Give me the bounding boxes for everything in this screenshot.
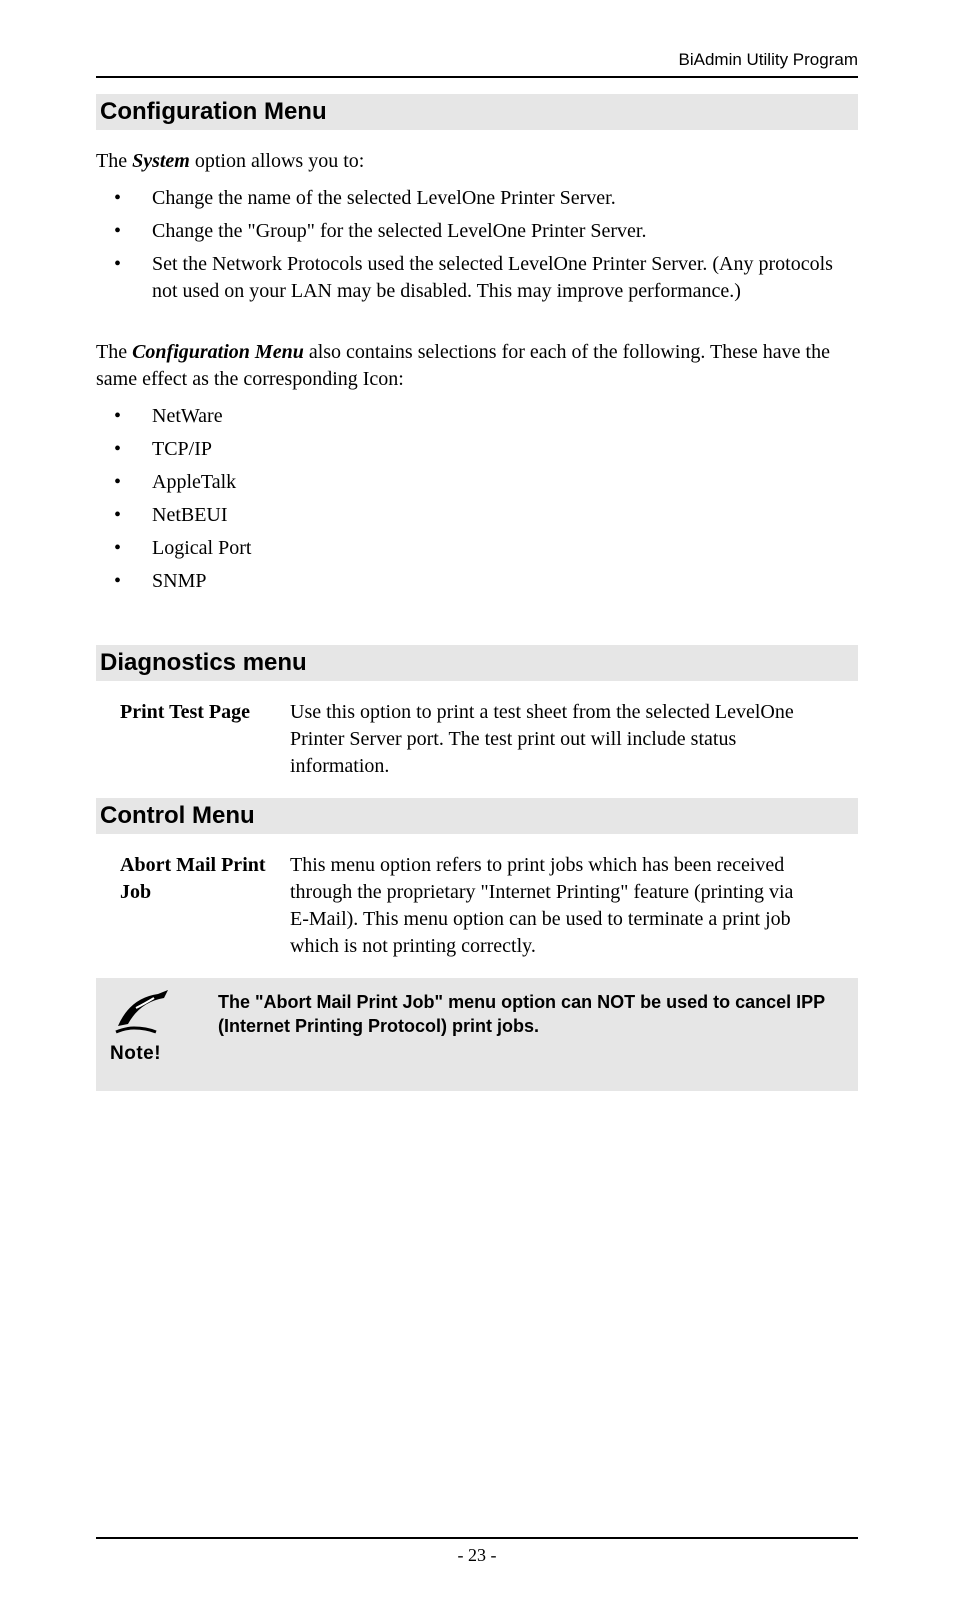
note-text: The "Abort Mail Print Job" menu option c… bbox=[218, 988, 844, 1039]
control-heading: Control Menu bbox=[96, 798, 858, 834]
config-intro-emph: System bbox=[132, 150, 190, 172]
diag-term: Print Test Page bbox=[120, 699, 290, 780]
header-right-text: BiAdmin Utility Program bbox=[96, 50, 858, 70]
footer-rule bbox=[96, 1537, 858, 1539]
control-desc: This menu option refers to print jobs wh… bbox=[290, 852, 858, 960]
note-label: Note! bbox=[110, 1043, 218, 1065]
diag-desc: Use this option to print a test sheet fr… bbox=[290, 699, 858, 780]
list-item: Change the name of the selected LevelOne… bbox=[96, 185, 858, 212]
diag-def-row: Print Test Page Use this option to print… bbox=[96, 699, 858, 780]
list-item: NetBEUI bbox=[96, 502, 858, 529]
config-intro-pre: The bbox=[96, 150, 132, 172]
config-para2-emph: Configuration Menu bbox=[132, 341, 304, 363]
pen-icon bbox=[110, 988, 180, 1038]
diag-heading: Diagnostics menu bbox=[96, 645, 858, 681]
config-bullets-1: Change the name of the selected LevelOne… bbox=[96, 185, 858, 305]
config-para2: The Configuration Menu also contains sel… bbox=[96, 339, 858, 393]
list-item: Set the Network Protocols used the selec… bbox=[96, 251, 858, 305]
config-para2-pre: The bbox=[96, 341, 132, 363]
config-intro-post: option allows you to: bbox=[190, 150, 364, 172]
header-rule bbox=[96, 76, 858, 78]
list-item: TCP/IP bbox=[96, 436, 858, 463]
list-item: AppleTalk bbox=[96, 469, 858, 496]
note-icon-col: Note! bbox=[110, 988, 218, 1065]
control-def-row: Abort Mail Print Job This menu option re… bbox=[96, 852, 858, 960]
list-item: SNMP bbox=[96, 568, 858, 595]
config-heading: Configuration Menu bbox=[96, 94, 858, 130]
config-intro: The System option allows you to: bbox=[96, 148, 858, 175]
control-term: Abort Mail Print Job bbox=[120, 852, 290, 960]
list-item: NetWare bbox=[96, 403, 858, 430]
note-box: Note! The "Abort Mail Print Job" menu op… bbox=[96, 978, 858, 1091]
config-bullets-2: NetWare TCP/IP AppleTalk NetBEUI Logical… bbox=[96, 403, 858, 595]
footer: - 23 - bbox=[96, 1537, 858, 1566]
list-item: Logical Port bbox=[96, 535, 858, 562]
page-number: - 23 - bbox=[96, 1545, 858, 1566]
list-item: Change the "Group" for the selected Leve… bbox=[96, 218, 858, 245]
